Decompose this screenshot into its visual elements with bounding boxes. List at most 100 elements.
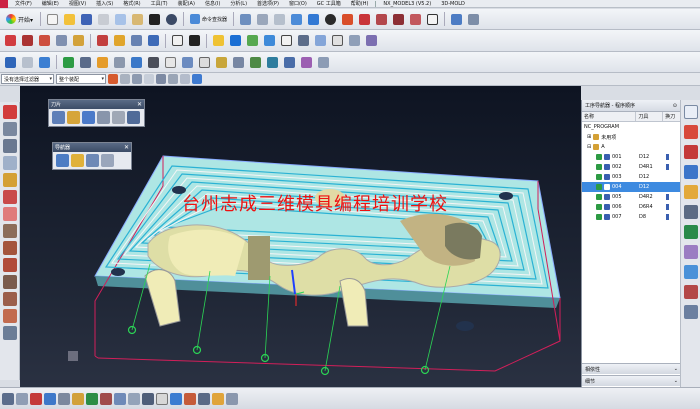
selection-arrow-button[interactable] (3, 55, 18, 70)
project-tool-icon[interactable] (2, 326, 17, 340)
create-operation-button[interactable] (71, 33, 86, 48)
edge-icon[interactable] (72, 392, 84, 405)
view-top-button[interactable] (374, 12, 389, 27)
snap-mid-icon[interactable] (132, 74, 142, 84)
snap-icon[interactable] (30, 392, 42, 405)
point-icon[interactable] (44, 392, 56, 405)
operation-row[interactable]: 003 D12 (582, 172, 680, 182)
menu-info[interactable]: 信息(I) (200, 0, 225, 7)
dependencies-panel-header[interactable]: 相依性 ⌄ (582, 363, 681, 374)
system-materials-icon[interactable] (683, 225, 698, 239)
reuse-library-icon[interactable] (683, 185, 698, 199)
color-button[interactable] (197, 55, 212, 70)
blank-button[interactable] (163, 55, 178, 70)
text-tool-icon[interactable] (2, 190, 17, 204)
refresh-button[interactable] (316, 55, 331, 70)
zoom-button[interactable] (272, 12, 287, 27)
column-tool-change[interactable]: 换刀 (663, 112, 680, 121)
replay-path-button[interactable] (228, 33, 243, 48)
create-program-button[interactable] (3, 33, 18, 48)
menu-preferences[interactable]: 首选项(P) (252, 0, 284, 7)
close-icon[interactable]: ✕ (137, 101, 142, 108)
process-studio-icon[interactable] (683, 305, 698, 319)
machine-view-icon[interactable] (71, 154, 84, 167)
paste-button[interactable] (130, 12, 145, 27)
tree-node-group-a[interactable]: ⊟ A (582, 142, 680, 152)
snap-intersection-icon[interactable] (168, 74, 178, 84)
operation-row[interactable]: 005 D4R2 (582, 192, 680, 202)
chamfer-tool-icon[interactable] (2, 275, 17, 289)
new-file-button[interactable] (45, 12, 60, 27)
fillet-tool-icon[interactable] (2, 258, 17, 272)
operation-row[interactable]: 007 D8 (582, 212, 680, 222)
show-all-icon[interactable] (198, 392, 210, 405)
menu-insert[interactable]: 插入(S) (91, 0, 118, 7)
selection-scope-dropdown[interactable]: 整个装配 ▾ (56, 74, 106, 84)
snap-end-icon[interactable] (120, 74, 130, 84)
object-info-button[interactable] (129, 55, 144, 70)
pan-button[interactable] (255, 12, 270, 27)
select-dropdown-button[interactable] (20, 55, 35, 70)
create-tool-icon[interactable] (67, 111, 80, 124)
create-tool-button[interactable] (20, 33, 35, 48)
view-front-button[interactable] (357, 12, 372, 27)
feed-rate-button[interactable] (347, 33, 362, 48)
menu-analysis[interactable]: 分析(L) (225, 0, 252, 7)
delete-button[interactable] (147, 12, 162, 27)
circle-tool-icon[interactable] (2, 156, 17, 170)
wireframe-button[interactable] (323, 12, 338, 27)
machine-tool-view-button[interactable] (112, 33, 127, 48)
menu-window[interactable]: 窗口(O) (284, 0, 312, 7)
snap-button[interactable] (449, 12, 464, 27)
web-browser-icon[interactable] (683, 265, 698, 279)
display-edit-button[interactable] (214, 55, 229, 70)
operation-row[interactable]: 006 D6R4 (582, 202, 680, 212)
hide-icon[interactable] (184, 392, 196, 405)
extend-tool-icon[interactable] (2, 241, 17, 255)
view-right-button[interactable] (408, 12, 423, 27)
snap-face-icon[interactable] (192, 74, 202, 84)
snap-center-icon[interactable] (144, 74, 154, 84)
rotate-button[interactable] (238, 12, 253, 27)
close-op-button[interactable] (187, 33, 202, 48)
create-method-icon[interactable] (97, 111, 110, 124)
pattern-tool-icon[interactable] (2, 309, 17, 323)
machine-tool-navigator-icon[interactable] (683, 165, 698, 179)
view-iso-button[interactable] (391, 12, 406, 27)
create-geometry-icon[interactable] (82, 111, 95, 124)
create-geometry-button[interactable] (37, 33, 52, 48)
info-list-button[interactable] (282, 55, 297, 70)
view-orient-icon[interactable] (2, 392, 14, 405)
trim-tool-icon[interactable] (2, 224, 17, 238)
tree-node-nc-program[interactable]: NC_PROGRAM (582, 122, 680, 132)
check-button[interactable] (61, 55, 76, 70)
menu-file[interactable]: 文件(F) (10, 0, 37, 7)
column-name[interactable]: 名称 (582, 112, 637, 121)
operation-row[interactable]: 002 D4R1 (582, 162, 680, 172)
verify-path-button[interactable] (262, 33, 277, 48)
command-finder-button[interactable]: 命令查找器 (187, 14, 230, 24)
column-tool[interactable]: 刀具 (636, 112, 664, 121)
menu-assembly[interactable]: 装配(A) (173, 0, 200, 7)
spline-tool-icon[interactable] (2, 173, 17, 187)
curve-icon[interactable] (58, 392, 70, 405)
feature-icon[interactable] (114, 392, 126, 405)
copy-button[interactable] (113, 12, 128, 27)
operation-row-selected[interactable]: 004 D12 (582, 182, 680, 192)
edit-object-button[interactable] (95, 55, 110, 70)
render-style-button[interactable] (340, 12, 355, 27)
measure-button[interactable] (146, 55, 161, 70)
part-navigator-icon[interactable] (683, 125, 698, 139)
snap-point-icon[interactable] (108, 74, 118, 84)
roles-icon[interactable] (683, 245, 698, 259)
tool-path-icon[interactable] (127, 111, 140, 124)
body-icon[interactable] (100, 392, 112, 405)
tree-node-unused[interactable]: ⊞ 未用项 (582, 132, 680, 142)
layer-button[interactable] (425, 12, 440, 27)
layer-settings-button[interactable] (231, 55, 246, 70)
cut-button[interactable] (96, 12, 111, 27)
details-panel-header[interactable]: 细节 ⌄ (582, 375, 681, 386)
postprocess-button[interactable] (296, 33, 311, 48)
shaded-cube-button[interactable] (306, 12, 321, 27)
operation-row[interactable]: 001 D12 (582, 152, 680, 162)
